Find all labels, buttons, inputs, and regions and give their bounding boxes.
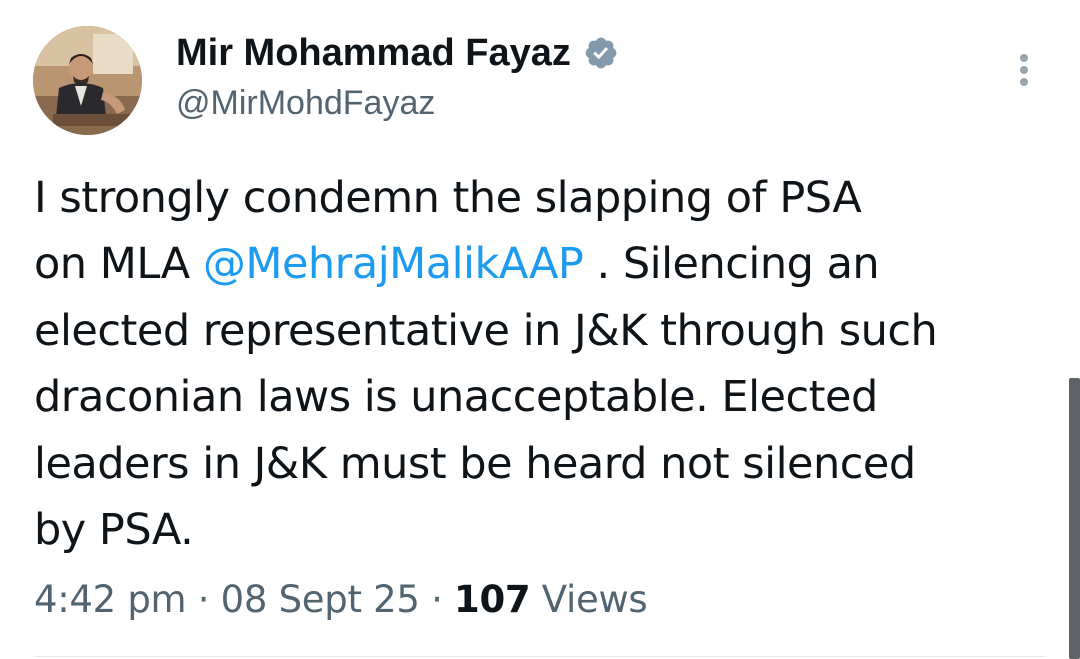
- verified-badge-icon: [585, 37, 617, 69]
- meta-separator: ·: [419, 578, 454, 621]
- avatar[interactable]: [33, 26, 142, 135]
- views-label[interactable]: Views: [530, 578, 648, 621]
- tweet-meta: 4:42 pm · 08 Sept 25 · 107 Views: [34, 577, 648, 623]
- tweet-line: on MLA @MehrajMalikAAP . Silencing an: [34, 231, 1034, 297]
- divider: [34, 656, 1046, 657]
- meta-separator: ·: [186, 578, 221, 621]
- tweet-line: leaders in J&K must be heard not silence…: [34, 438, 916, 489]
- tweet-line-text: . Silencing an: [583, 239, 880, 290]
- tweet-text: I strongly condemn the slapping of PSA o…: [34, 165, 1034, 563]
- tweet-line: by PSA.: [34, 505, 194, 556]
- views-count[interactable]: 107: [454, 578, 531, 621]
- profile-photo: [33, 26, 142, 135]
- tweet-time[interactable]: 4:42 pm: [34, 578, 187, 621]
- author-name-text[interactable]: Mir Mohammad Fayaz: [176, 30, 571, 76]
- tweet-line: elected representative in J&K through su…: [34, 305, 938, 356]
- mention-link[interactable]: @MehrajMalikAAP: [203, 239, 584, 289]
- scrollbar[interactable]: [1069, 378, 1080, 659]
- tweet-line: draconian laws is unacceptable. Elected: [34, 372, 878, 423]
- more-options-button[interactable]: [1006, 48, 1042, 92]
- tweet-line-text: on MLA: [34, 239, 203, 290]
- tweet-card: Mir Mohammad Fayaz @MirMohdFayaz I stron…: [0, 0, 1080, 659]
- tweet-line: I strongly condemn the slapping of PSA: [34, 173, 862, 223]
- tweet-date[interactable]: 08 Sept 25: [221, 578, 420, 621]
- more-vertical-icon: [1020, 54, 1028, 86]
- author-name[interactable]: Mir Mohammad Fayaz: [176, 30, 619, 76]
- author-handle[interactable]: @MirMohdFayaz: [176, 82, 435, 124]
